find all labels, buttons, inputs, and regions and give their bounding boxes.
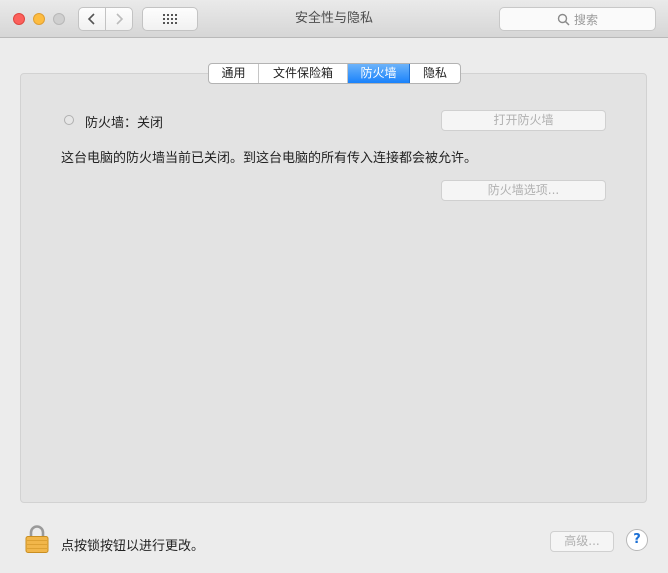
firewall-status-label: 防火墙：关闭 <box>85 116 164 131</box>
search-field[interactable]: 搜索 <box>499 7 656 31</box>
tab-privacy[interactable]: 隐私 <box>410 64 460 83</box>
firewall-description: 这台电脑的防火墙当前已关闭。到这台电脑的所有传入连接都会被允许。 <box>61 151 478 166</box>
chevron-right-icon <box>116 13 124 25</box>
tab-general[interactable]: 通用 <box>209 64 259 83</box>
grid-icon <box>163 14 177 24</box>
help-button[interactable]: ? <box>626 529 648 551</box>
lock-label: 点按锁按钮以进行更改。 <box>61 539 205 554</box>
zoom-button <box>53 13 65 25</box>
tab-filevault[interactable]: 文件保险箱 <box>259 64 348 83</box>
back-button[interactable] <box>78 7 106 31</box>
advanced-button[interactable]: 高级... <box>550 531 614 552</box>
firewall-options-button[interactable]: 防火墙选项... <box>441 180 606 201</box>
tab-firewall[interactable]: 防火墙 <box>348 64 410 83</box>
close-button[interactable] <box>13 13 25 25</box>
search-placeholder: 搜索 <box>573 12 598 27</box>
minimize-button[interactable] <box>33 13 45 25</box>
turn-on-firewall-button[interactable]: 打开防火墙 <box>441 110 606 131</box>
search-icon <box>557 13 570 26</box>
tab-bar: 通用 文件保险箱 防火墙 隐私 <box>208 63 461 84</box>
chevron-left-icon <box>87 13 95 25</box>
forward-button[interactable] <box>105 7 133 31</box>
title-bar: 安全性与隐私 搜索 <box>0 0 668 38</box>
content-panel <box>20 73 647 503</box>
firewall-status-indicator <box>64 115 74 125</box>
lock-icon[interactable] <box>24 524 50 554</box>
show-all-button[interactable] <box>142 7 198 31</box>
